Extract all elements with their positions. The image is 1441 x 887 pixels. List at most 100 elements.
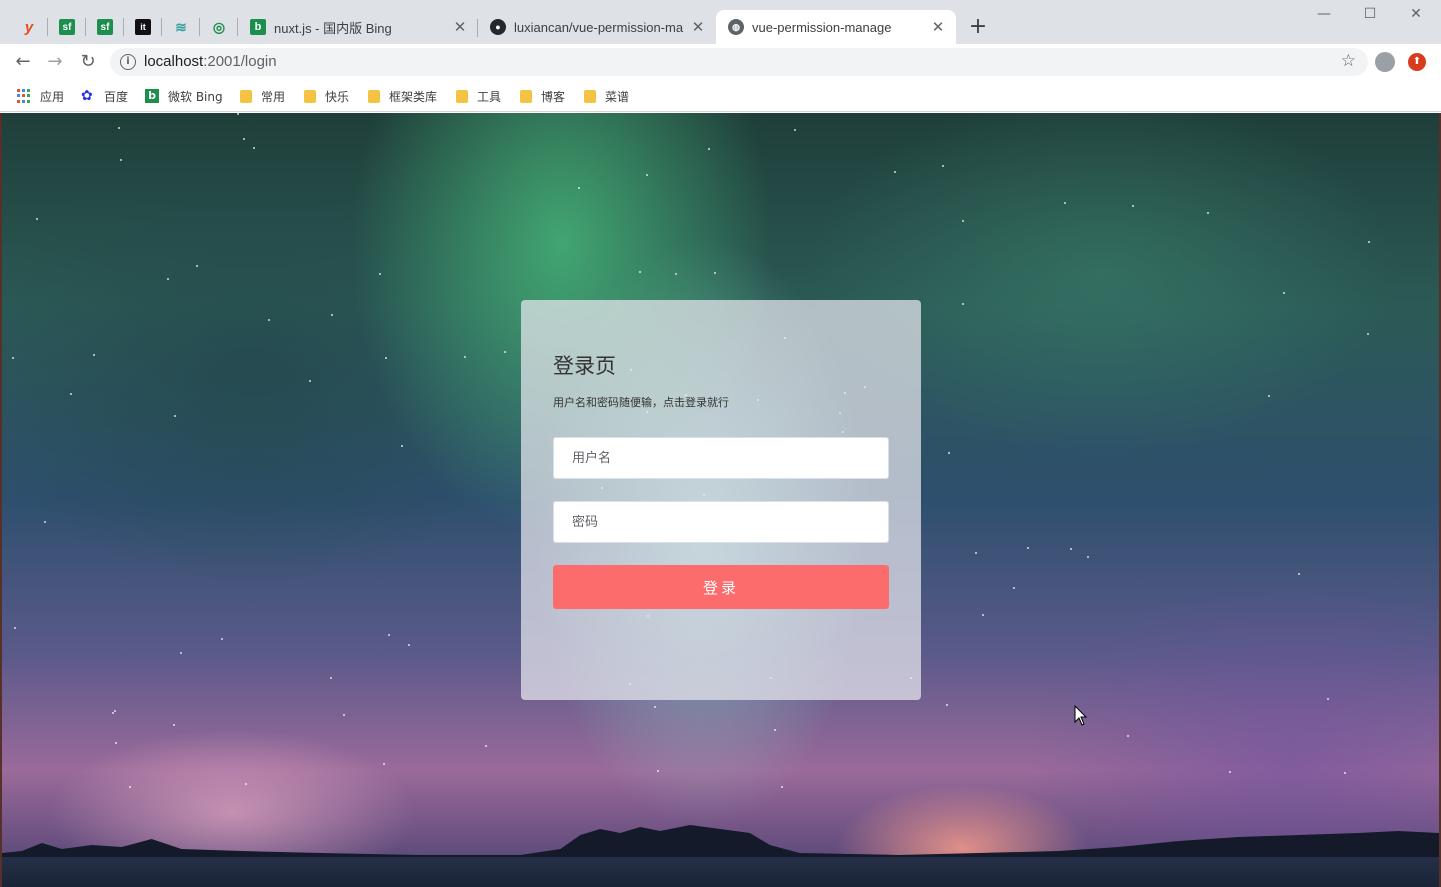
- star-dot: [330, 677, 332, 679]
- star-dot: [1298, 573, 1300, 575]
- tab-github[interactable]: ● luxiancan/vue-permission-ma ✕: [478, 10, 716, 44]
- baidu-icon: ✿: [81, 88, 93, 104]
- url-host: localhost: [144, 53, 204, 70]
- ithome-icon: it: [135, 19, 151, 35]
- tab-title: nuxt.js - 国内版 Bing: [274, 20, 392, 36]
- star-dot: [1367, 333, 1369, 335]
- site-info-icon[interactable]: i: [120, 54, 136, 70]
- bookmark-label: 快乐: [325, 89, 350, 104]
- username-input[interactable]: [553, 437, 889, 479]
- star-dot: [173, 724, 175, 726]
- bookmark-label: 应用: [40, 89, 65, 104]
- star-dot: [120, 159, 122, 161]
- minimize-button[interactable]: —: [1301, 6, 1347, 28]
- star-dot: [388, 634, 390, 636]
- url-path: :2001/login: [203, 53, 277, 70]
- tab-vue-permission-manage[interactable]: ◍ vue-permission-manage ✕: [716, 10, 956, 44]
- tab-title: vue-permission-manage: [752, 19, 892, 35]
- forward-icon[interactable]: →: [43, 50, 67, 74]
- login-card: 登录页 用户名和密码随便输，点击登录就行 登录: [521, 300, 921, 700]
- star-dot: [1283, 292, 1285, 294]
- bookmark-folder-blogs[interactable]: 博客: [520, 86, 565, 106]
- back-icon[interactable]: ←: [11, 50, 35, 74]
- star-dot: [1229, 771, 1231, 773]
- new-tab-button[interactable]: +: [966, 16, 990, 40]
- close-tab-icon[interactable]: ✕: [452, 19, 468, 35]
- bookmark-label: 博客: [541, 89, 566, 104]
- star-dot: [309, 380, 311, 382]
- bookmark-label: 常用: [261, 89, 286, 104]
- star-dot: [343, 714, 345, 716]
- youdao-icon: y: [24, 18, 34, 36]
- circle-logo-icon: ◎: [212, 18, 226, 35]
- bookmark-bing[interactable]: b 微软 Bing: [145, 86, 223, 106]
- login-button[interactable]: 登录: [553, 565, 889, 609]
- star-dot: [646, 174, 648, 176]
- star-dot: [1013, 587, 1015, 589]
- star-dot: [982, 614, 984, 616]
- star-dot: [708, 148, 710, 150]
- pinned-tab-2[interactable]: sf: [48, 12, 86, 42]
- bing-icon: b: [250, 19, 266, 35]
- pinned-tab-5[interactable]: ≋: [162, 12, 200, 42]
- bookmark-label: 工具: [477, 89, 502, 104]
- close-window-button[interactable]: ✕: [1393, 6, 1439, 28]
- star-dot: [1344, 772, 1346, 774]
- star-dot: [714, 272, 716, 274]
- star-dot: [1127, 735, 1129, 737]
- bookmark-folder-frameworks[interactable]: 框架类库: [368, 86, 437, 106]
- bookmark-folder-fun[interactable]: 快乐: [304, 86, 349, 106]
- profile-avatar-icon[interactable]: [1375, 52, 1395, 72]
- star-dot: [379, 273, 381, 275]
- star-dot: [401, 445, 403, 447]
- star-dot: [948, 452, 950, 454]
- page-viewport: 登录页 用户名和密码随便输，点击登录就行 登录: [0, 113, 1441, 887]
- close-tab-icon[interactable]: ✕: [690, 19, 706, 35]
- star-dot: [464, 356, 466, 358]
- star-dot: [93, 354, 95, 356]
- star-dot: [1268, 395, 1270, 397]
- star-dot: [962, 303, 964, 305]
- bookmark-baidu[interactable]: ✿ 百度: [81, 86, 128, 106]
- pinned-tab-3[interactable]: sf: [86, 12, 124, 42]
- star-dot: [639, 271, 641, 273]
- bookmark-star-icon[interactable]: ☆: [1341, 51, 1356, 71]
- star-dot: [1327, 698, 1329, 700]
- pinned-tab-6[interactable]: ◎: [200, 12, 238, 42]
- star-dot: [946, 704, 948, 706]
- star-dot: [774, 729, 776, 731]
- star-dot: [894, 171, 896, 173]
- bookmark-folder-common[interactable]: 常用: [240, 86, 285, 106]
- star-dot: [794, 129, 796, 131]
- folder-icon: [584, 89, 596, 103]
- bookmark-apps[interactable]: 应用: [17, 86, 64, 106]
- bing-icon: b: [145, 89, 159, 103]
- star-dot: [1368, 241, 1370, 243]
- maximize-button[interactable]: ☐: [1347, 6, 1393, 28]
- browser-toolbar: ← → ↻ i localhost:2001/login ☆ ⬆: [0, 44, 1441, 80]
- close-tab-icon[interactable]: ✕: [930, 19, 946, 35]
- login-hint: 用户名和密码随便输，点击登录就行: [553, 396, 729, 409]
- star-dot: [781, 786, 783, 788]
- folder-icon: [368, 89, 380, 103]
- star-dot: [504, 351, 506, 353]
- address-bar[interactable]: i localhost:2001/login ☆: [110, 48, 1368, 76]
- tab-bing[interactable]: b nuxt.js - 国内版 Bing ✕: [238, 10, 478, 44]
- extension-update-icon[interactable]: ⬆: [1408, 53, 1426, 71]
- star-dot: [243, 138, 245, 140]
- pinned-tab-1[interactable]: y: [10, 12, 48, 42]
- star-dot: [237, 113, 239, 115]
- star-dot: [180, 652, 182, 654]
- bookmark-folder-recipes[interactable]: 菜谱: [584, 86, 629, 106]
- star-dot: [174, 415, 176, 417]
- mouse-cursor-icon: [1074, 705, 1088, 726]
- reload-icon[interactable]: ↻: [76, 50, 100, 74]
- bookmark-folder-tools[interactable]: 工具: [456, 86, 501, 106]
- star-dot: [654, 706, 656, 708]
- star-dot: [114, 710, 116, 712]
- password-input[interactable]: [553, 501, 889, 543]
- pinned-tab-4[interactable]: it: [124, 12, 162, 42]
- star-dot: [196, 265, 198, 267]
- star-dot: [383, 763, 385, 765]
- star-dot: [112, 712, 114, 714]
